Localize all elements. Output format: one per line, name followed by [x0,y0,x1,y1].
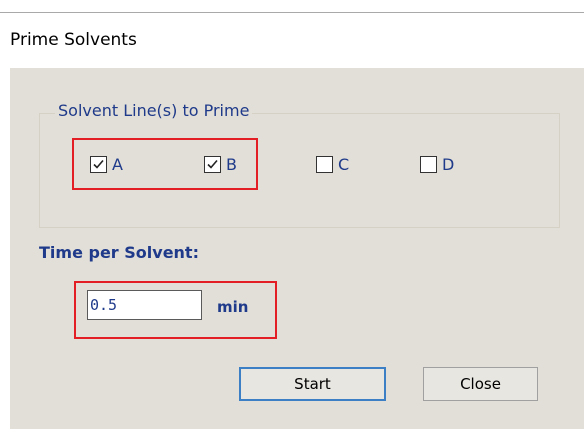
checkbox-a-box[interactable] [90,156,107,173]
checkbox-line-b[interactable]: B [204,155,237,174]
checkbox-d-box[interactable] [420,156,437,173]
time-unit-label: min [217,298,249,316]
start-button[interactable]: Start [239,367,386,401]
time-per-solvent-label: Time per Solvent: [39,243,199,262]
checkbox-line-d[interactable]: D [420,155,454,174]
window-top-border [0,12,584,13]
checkbox-c-box[interactable] [316,156,333,173]
dialog-panel: Solvent Line(s) to Prime A B C D Time pe… [10,68,584,429]
checkmark-icon [93,159,104,169]
checkbox-line-c[interactable]: C [316,155,349,174]
checkbox-b-label: B [226,155,237,174]
solvent-lines-group-label: Solvent Line(s) to Prime [55,101,253,120]
time-per-solvent-input[interactable]: 0.5 [87,290,202,320]
checkmark-icon [207,159,218,169]
checkbox-line-a[interactable]: A [90,155,123,174]
close-button[interactable]: Close [423,367,538,401]
checkbox-d-label: D [442,155,455,174]
checkbox-c-label: C [338,155,350,174]
checkbox-a-label: A [112,155,123,174]
dialog-title: Prime Solvents [10,30,137,50]
checkbox-b-box[interactable] [204,156,221,173]
